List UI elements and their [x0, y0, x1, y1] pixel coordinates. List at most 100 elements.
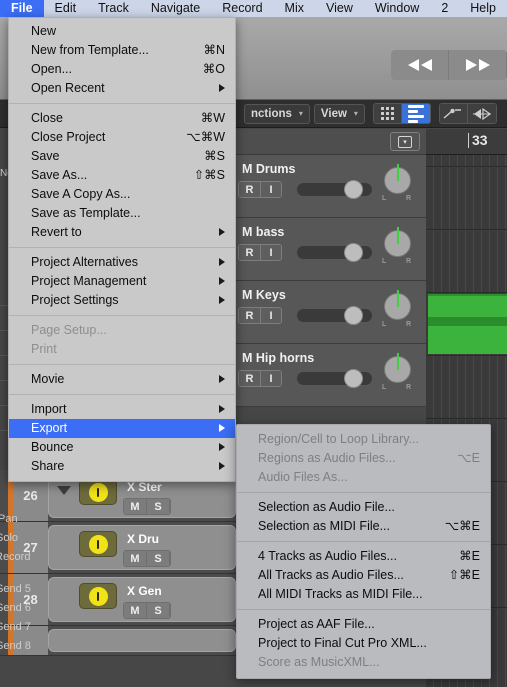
mute-solo-group[interactable]: M S — [123, 550, 171, 567]
grid-view-button[interactable] — [373, 104, 402, 123]
menu-item-save-as[interactable]: Save As... ⇧⌘S — [9, 166, 235, 185]
track-disclosure-triangle-icon[interactable] — [57, 486, 71, 495]
transport-controls[interactable] — [391, 50, 507, 80]
track-header[interactable]: M bass R I L R — [236, 218, 426, 281]
track-disclosure-button[interactable]: ▾ — [390, 132, 420, 151]
track-header[interactable]: M Hip horns R I L R — [236, 344, 426, 407]
track-header[interactable]: M Keys R I L R — [236, 281, 426, 344]
menu-bar[interactable]: File Edit Track Navigate Record Mix View… — [0, 0, 507, 17]
list-view-button[interactable] — [401, 104, 430, 123]
functions-menu-button[interactable]: nctions ▾ — [244, 103, 310, 124]
submenu-item-selection-as-audio-file[interactable]: Selection as Audio File... — [237, 498, 490, 517]
pan-knob[interactable] — [384, 164, 411, 194]
mute-solo-group[interactable]: M S — [123, 498, 171, 515]
track-record-input-group[interactable]: R I — [238, 307, 282, 324]
track-body[interactable]: X Dru M S — [48, 525, 236, 570]
record-enable-button[interactable]: R — [239, 308, 261, 323]
audio-region-green[interactable] — [428, 294, 507, 354]
volume-slider[interactable] — [297, 306, 372, 325]
pan-knob[interactable] — [384, 353, 411, 383]
volume-slider[interactable] — [297, 369, 372, 388]
menu-item-project-management[interactable]: Project Management — [9, 272, 235, 291]
lane-row[interactable] — [426, 231, 507, 293]
pan-knob[interactable] — [384, 290, 411, 320]
menu-mix[interactable]: Mix — [274, 0, 315, 17]
midi-instrument-icon[interactable] — [79, 531, 117, 557]
flex-time-button[interactable] — [467, 104, 496, 123]
input-monitor-button[interactable]: I — [261, 182, 281, 197]
input-monitor-button[interactable]: I — [261, 245, 281, 260]
menu-item-open-recent[interactable]: Open Recent — [9, 79, 235, 98]
midi-instrument-icon[interactable] — [79, 583, 117, 609]
menu-file[interactable]: File — [0, 0, 44, 17]
menu-record[interactable]: Record — [211, 0, 273, 17]
track-row[interactable]: 27 X Dru M S — [0, 522, 236, 574]
menu-window[interactable]: Window — [364, 0, 430, 17]
lane-row[interactable] — [426, 155, 507, 167]
lane-row[interactable] — [426, 294, 507, 356]
view-mode-group[interactable] — [372, 103, 431, 124]
record-enable-button[interactable]: R — [239, 371, 261, 386]
menu-item-project-alternatives[interactable]: Project Alternatives — [9, 253, 235, 272]
solo-button[interactable]: S — [147, 551, 170, 566]
menu-item-close-project[interactable]: Close Project ⌥⌘W — [9, 128, 235, 147]
input-monitor-button[interactable]: I — [261, 308, 281, 323]
pan-knob[interactable] — [384, 227, 411, 257]
track-record-input-group[interactable]: R I — [238, 244, 282, 261]
fast-forward-button[interactable] — [449, 50, 507, 80]
menu-2[interactable]: 2 — [430, 0, 459, 17]
file-dropdown-menu[interactable]: New New from Template... ⌘N Open... ⌘O O… — [8, 17, 236, 482]
submenu-item-4-tracks-as-audio-files[interactable]: 4 Tracks as Audio Files... ⌘E — [237, 547, 490, 566]
track-record-input-group[interactable]: R I — [238, 370, 282, 387]
menu-item-bounce[interactable]: Bounce — [9, 438, 235, 457]
menu-navigate[interactable]: Navigate — [140, 0, 211, 17]
menu-item-new-from-template[interactable]: New from Template... ⌘N — [9, 41, 235, 60]
volume-slider[interactable] — [297, 180, 372, 199]
track-header[interactable]: M Drums R I L R — [236, 155, 426, 218]
mute-button[interactable]: M — [124, 499, 147, 514]
submenu-item-all-midi-tracks-as-midi-file[interactable]: All MIDI Tracks as MIDI File... — [237, 585, 490, 604]
export-submenu[interactable]: Region/Cell to Loop Library... Regions a… — [236, 424, 491, 679]
editor-tools-group[interactable] — [438, 103, 497, 124]
input-monitor-button[interactable]: I — [261, 371, 281, 386]
submenu-item-project-as-aaf-file[interactable]: Project as AAF File... — [237, 615, 490, 634]
menu-item-movie[interactable]: Movie — [9, 370, 235, 389]
menu-item-revert-to[interactable]: Revert to — [9, 223, 235, 242]
volume-slider-knob[interactable] — [344, 306, 363, 325]
volume-slider-knob[interactable] — [344, 180, 363, 199]
track-row[interactable] — [0, 626, 236, 656]
menu-item-save[interactable]: Save ⌘S — [9, 147, 235, 166]
timeline-ruler[interactable]: 33 — [426, 129, 507, 155]
lane-row[interactable] — [426, 357, 507, 419]
menu-view[interactable]: View — [315, 0, 364, 17]
track-body[interactable] — [48, 629, 236, 652]
lane-row[interactable] — [426, 168, 507, 230]
menu-item-share[interactable]: Share — [9, 457, 235, 476]
menu-edit[interactable]: Edit — [44, 0, 88, 17]
rewind-button[interactable] — [391, 50, 449, 80]
solo-button[interactable]: S — [147, 603, 170, 618]
mute-solo-group[interactable]: M S — [123, 602, 171, 619]
menu-item-new[interactable]: New — [9, 22, 235, 41]
track-body[interactable]: X Gen M S — [48, 577, 236, 622]
record-enable-button[interactable]: R — [239, 182, 261, 197]
menu-item-project-settings[interactable]: Project Settings — [9, 291, 235, 310]
track-row[interactable]: 28 X Gen M S — [0, 574, 236, 626]
submenu-item-selection-as-midi-file[interactable]: Selection as MIDI File... ⌥⌘E — [237, 517, 490, 536]
track-record-input-group[interactable]: R I — [238, 181, 282, 198]
volume-slider-knob[interactable] — [344, 369, 363, 388]
solo-button[interactable]: S — [147, 499, 170, 514]
mute-button[interactable]: M — [124, 603, 147, 618]
menu-item-open[interactable]: Open... ⌘O — [9, 60, 235, 79]
view-menu-button[interactable]: View ▾ — [313, 103, 365, 124]
menu-help[interactable]: Help — [459, 0, 507, 17]
volume-slider-knob[interactable] — [344, 243, 363, 262]
submenu-item-all-tracks-as-audio-files[interactable]: All Tracks as Audio Files... ⇧⌘E — [237, 566, 490, 585]
mute-button[interactable]: M — [124, 551, 147, 566]
menu-item-import[interactable]: Import — [9, 400, 235, 419]
record-enable-button[interactable]: R — [239, 245, 261, 260]
submenu-item-project-to-final-cut-pro-xml[interactable]: Project to Final Cut Pro XML... — [237, 634, 490, 653]
menu-item-save-a-copy-as[interactable]: Save A Copy As... — [9, 185, 235, 204]
menu-track[interactable]: Track — [87, 0, 140, 17]
menu-item-save-as-template[interactable]: Save as Template... — [9, 204, 235, 223]
